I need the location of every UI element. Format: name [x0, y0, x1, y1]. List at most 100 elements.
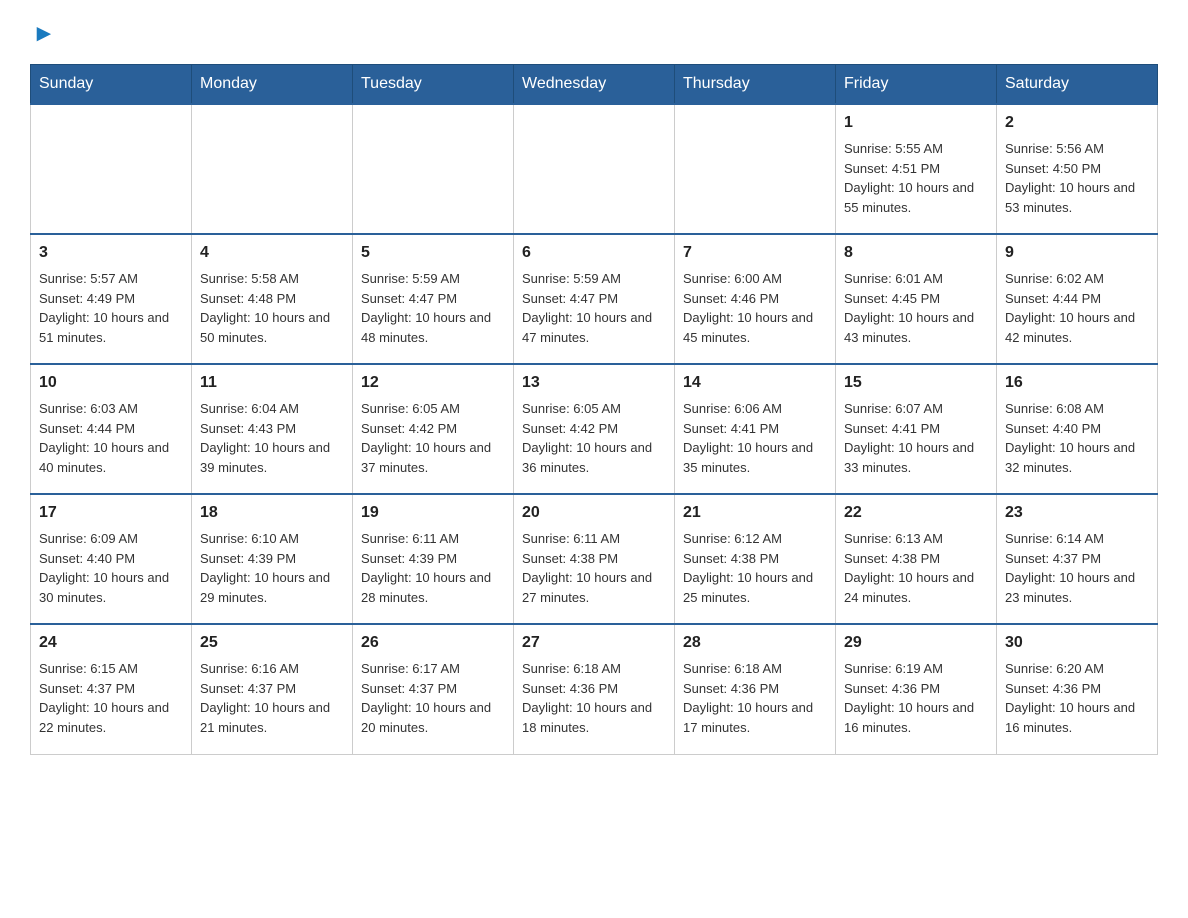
day-info: Sunrise: 6:13 AM Sunset: 4:38 PM Dayligh… — [844, 529, 988, 607]
calendar-day-cell — [353, 104, 514, 234]
day-number: 24 — [39, 631, 183, 655]
calendar-header-row: SundayMondayTuesdayWednesdayThursdayFrid… — [31, 65, 1158, 105]
day-info: Sunrise: 6:01 AM Sunset: 4:45 PM Dayligh… — [844, 269, 988, 347]
day-info: Sunrise: 5:58 AM Sunset: 4:48 PM Dayligh… — [200, 269, 344, 347]
calendar-day-cell: 14Sunrise: 6:06 AM Sunset: 4:41 PM Dayli… — [675, 364, 836, 494]
calendar-day-cell: 21 Sunrise: 6:12 AM Sunset: 4:38 PM Dayli… — [675, 494, 836, 624]
day-info: Sunrise: 6:04 AM Sunset: 4:43 PM Dayligh… — [200, 399, 344, 477]
day-number: 23 — [1005, 501, 1149, 525]
calendar-table: SundayMondayTuesdayWednesdayThursdayFrid… — [30, 64, 1158, 755]
day-info: Sunrise: 6:16 AM Sunset: 4:37 PM Dayligh… — [200, 659, 344, 737]
day-info: Sunrise: 6:10 AM Sunset: 4:39 PM Dayligh… — [200, 529, 344, 607]
week-row-4: 17 Sunrise: 6:09 AM Sunset: 4:40 PM Dayli… — [31, 494, 1158, 624]
calendar-day-cell — [192, 104, 353, 234]
day-info: Sunrise: 5:59 AM Sunset: 4:47 PM Dayligh… — [522, 269, 666, 347]
day-number: 2 — [1005, 111, 1149, 135]
calendar-day-cell: 12Sunrise: 6:05 AM Sunset: 4:42 PM Dayli… — [353, 364, 514, 494]
day-number: 15 — [844, 371, 988, 395]
calendar-day-cell — [31, 104, 192, 234]
day-info: Sunrise: 6:05 AM Sunset: 4:42 PM Dayligh… — [522, 399, 666, 477]
day-info: Sunrise: 6:14 AM Sunset: 4:37 PM Dayligh… — [1005, 529, 1149, 607]
calendar-day-cell: 18 Sunrise: 6:10 AM Sunset: 4:39 PM Dayli… — [192, 494, 353, 624]
calendar-day-cell: 19 Sunrise: 6:11 AM Sunset: 4:39 PM Dayli… — [353, 494, 514, 624]
day-number: 12 — [361, 371, 505, 395]
day-info: Sunrise: 6:00 AM Sunset: 4:46 PM Dayligh… — [683, 269, 827, 347]
calendar-day-cell: 29 Sunrise: 6:19 AM Sunset: 4:36 PM Dayli… — [836, 624, 997, 754]
calendar-day-cell: 22Sunrise: 6:13 AM Sunset: 4:38 PM Dayli… — [836, 494, 997, 624]
week-row-3: 10 Sunrise: 6:03 AM Sunset: 4:44 PM Dayli… — [31, 364, 1158, 494]
day-number: 26 — [361, 631, 505, 655]
day-number: 13 — [522, 371, 666, 395]
calendar-day-cell: 17 Sunrise: 6:09 AM Sunset: 4:40 PM Dayli… — [31, 494, 192, 624]
calendar-day-cell — [514, 104, 675, 234]
day-info: Sunrise: 6:18 AM Sunset: 4:36 PM Dayligh… — [522, 659, 666, 737]
calendar-day-cell: 7 Sunrise: 6:00 AM Sunset: 4:46 PM Daylig… — [675, 234, 836, 364]
calendar-day-cell: 10 Sunrise: 6:03 AM Sunset: 4:44 PM Dayli… — [31, 364, 192, 494]
day-info: Sunrise: 6:09 AM Sunset: 4:40 PM Dayligh… — [39, 529, 183, 607]
day-info: Sunrise: 6:12 AM Sunset: 4:38 PM Dayligh… — [683, 529, 827, 607]
logo-arrow-icon: ► — [32, 20, 56, 48]
day-info: Sunrise: 6:11 AM Sunset: 4:38 PM Dayligh… — [522, 529, 666, 607]
day-number: 14 — [683, 371, 827, 395]
day-number: 20 — [522, 501, 666, 525]
calendar-day-cell: 2 Sunrise: 5:56 AM Sunset: 4:50 PM Daylig… — [997, 104, 1158, 234]
calendar-day-cell: 25 Sunrise: 6:16 AM Sunset: 4:37 PM Dayli… — [192, 624, 353, 754]
calendar-day-cell: 15Sunrise: 6:07 AM Sunset: 4:41 PM Dayli… — [836, 364, 997, 494]
calendar-day-cell: 23 Sunrise: 6:14 AM Sunset: 4:37 PM Dayli… — [997, 494, 1158, 624]
calendar-day-cell — [675, 104, 836, 234]
day-info: Sunrise: 6:11 AM Sunset: 4:39 PM Dayligh… — [361, 529, 505, 607]
day-info: Sunrise: 6:15 AM Sunset: 4:37 PM Dayligh… — [39, 659, 183, 737]
weekday-header-tuesday: Tuesday — [353, 65, 514, 105]
weekday-header-monday: Monday — [192, 65, 353, 105]
logo: ► — [30, 20, 56, 44]
day-info: Sunrise: 5:55 AM Sunset: 4:51 PM Dayligh… — [844, 139, 988, 217]
day-number: 16 — [1005, 371, 1149, 395]
page-header: ► — [30, 20, 1158, 44]
day-number: 4 — [200, 241, 344, 265]
calendar-day-cell: 30 Sunrise: 6:20 AM Sunset: 4:36 PM Dayli… — [997, 624, 1158, 754]
day-number: 30 — [1005, 631, 1149, 655]
weekday-header-saturday: Saturday — [997, 65, 1158, 105]
weekday-header-wednesday: Wednesday — [514, 65, 675, 105]
day-number: 29 — [844, 631, 988, 655]
day-number: 7 — [683, 241, 827, 265]
week-row-1: 1 Sunrise: 5:55 AM Sunset: 4:51 PM Daylig… — [31, 104, 1158, 234]
day-info: Sunrise: 6:20 AM Sunset: 4:36 PM Dayligh… — [1005, 659, 1149, 737]
day-number: 21 — [683, 501, 827, 525]
day-number: 18 — [200, 501, 344, 525]
calendar-day-cell: 13 Sunrise: 6:05 AM Sunset: 4:42 PM Dayli… — [514, 364, 675, 494]
day-number: 8 — [844, 241, 988, 265]
calendar-day-cell: 24 Sunrise: 6:15 AM Sunset: 4:37 PM Dayli… — [31, 624, 192, 754]
day-number: 25 — [200, 631, 344, 655]
calendar-day-cell: 20 Sunrise: 6:11 AM Sunset: 4:38 PM Dayli… — [514, 494, 675, 624]
day-info: Sunrise: 6:03 AM Sunset: 4:44 PM Dayligh… — [39, 399, 183, 477]
day-number: 3 — [39, 241, 183, 265]
calendar-day-cell: 11 Sunrise: 6:04 AM Sunset: 4:43 PM Dayli… — [192, 364, 353, 494]
calendar-day-cell: 6 Sunrise: 5:59 AM Sunset: 4:47 PM Daylig… — [514, 234, 675, 364]
day-number: 11 — [200, 371, 344, 395]
day-number: 5 — [361, 241, 505, 265]
calendar-day-cell: 28 Sunrise: 6:18 AM Sunset: 4:36 PM Dayli… — [675, 624, 836, 754]
calendar-day-cell: 3Sunrise: 5:57 AM Sunset: 4:49 PM Daylig… — [31, 234, 192, 364]
calendar-day-cell: 27 Sunrise: 6:18 AM Sunset: 4:36 PM Dayli… — [514, 624, 675, 754]
day-number: 27 — [522, 631, 666, 655]
day-number: 19 — [361, 501, 505, 525]
calendar-day-cell: 5 Sunrise: 5:59 AM Sunset: 4:47 PM Daylig… — [353, 234, 514, 364]
weekday-header-friday: Friday — [836, 65, 997, 105]
day-number: 1 — [844, 111, 988, 135]
day-number: 6 — [522, 241, 666, 265]
day-info: Sunrise: 6:18 AM Sunset: 4:36 PM Dayligh… — [683, 659, 827, 737]
day-info: Sunrise: 5:59 AM Sunset: 4:47 PM Dayligh… — [361, 269, 505, 347]
week-row-5: 24 Sunrise: 6:15 AM Sunset: 4:37 PM Dayli… — [31, 624, 1158, 754]
day-info: Sunrise: 6:08 AM Sunset: 4:40 PM Dayligh… — [1005, 399, 1149, 477]
calendar-day-cell: 16 Sunrise: 6:08 AM Sunset: 4:40 PM Dayli… — [997, 364, 1158, 494]
day-number: 10 — [39, 371, 183, 395]
day-number: 17 — [39, 501, 183, 525]
calendar-day-cell: 4 Sunrise: 5:58 AM Sunset: 4:48 PM Daylig… — [192, 234, 353, 364]
calendar-day-cell: 1 Sunrise: 5:55 AM Sunset: 4:51 PM Daylig… — [836, 104, 997, 234]
day-info: Sunrise: 6:19 AM Sunset: 4:36 PM Dayligh… — [844, 659, 988, 737]
week-row-2: 3Sunrise: 5:57 AM Sunset: 4:49 PM Daylig… — [31, 234, 1158, 364]
day-number: 28 — [683, 631, 827, 655]
day-info: Sunrise: 5:56 AM Sunset: 4:50 PM Dayligh… — [1005, 139, 1149, 217]
calendar-day-cell: 8 Sunrise: 6:01 AM Sunset: 4:45 PM Daylig… — [836, 234, 997, 364]
